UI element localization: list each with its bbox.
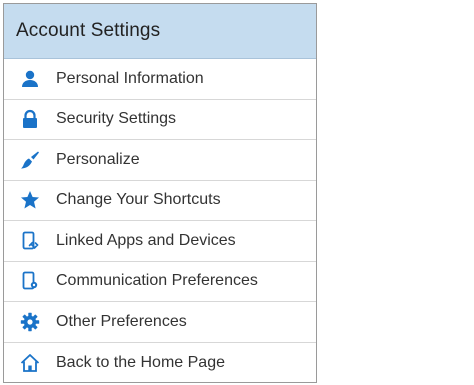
person-icon <box>18 67 42 91</box>
menu-item-personal-information[interactable]: Personal Information <box>4 59 316 100</box>
gear-icon <box>18 310 42 334</box>
menu-item-label: Personalize <box>56 150 140 168</box>
menu-item-label: Back to the Home Page <box>56 353 225 371</box>
menu-item-other-preferences[interactable]: Other Preferences <box>4 302 316 343</box>
menu-item-label: Other Preferences <box>56 312 187 330</box>
menu-item-label: Communication Preferences <box>56 272 258 290</box>
home-icon <box>18 351 42 375</box>
linked-device-icon <box>18 229 42 253</box>
menu-item-label: Security Settings <box>56 110 177 128</box>
paintbrush-icon <box>18 148 42 172</box>
menu-item-personalize[interactable]: Personalize <box>4 140 316 181</box>
menu-item-change-your-shortcuts[interactable]: Change Your Shortcuts <box>4 181 316 221</box>
menu-item-back-to-home-page[interactable]: Back to the Home Page <box>4 343 316 384</box>
menu-item-linked-apps-and-devices[interactable]: Linked Apps and Devices <box>4 221 316 262</box>
menu-item-security-settings[interactable]: Security Settings <box>4 100 316 140</box>
menu-item-communication-preferences[interactable]: Communication Preferences <box>4 262 316 302</box>
menu-item-label: Change Your Shortcuts <box>56 191 221 209</box>
device-settings-icon <box>18 269 42 293</box>
star-icon <box>18 188 42 212</box>
menu-item-label: Linked Apps and Devices <box>56 231 236 249</box>
lock-icon <box>18 107 42 131</box>
menu-title: Account Settings <box>16 20 161 41</box>
account-settings-menu: Account Settings Personal Information Se… <box>3 3 317 383</box>
menu-header: Account Settings <box>4 4 316 59</box>
menu-item-label: Personal Information <box>56 69 204 87</box>
